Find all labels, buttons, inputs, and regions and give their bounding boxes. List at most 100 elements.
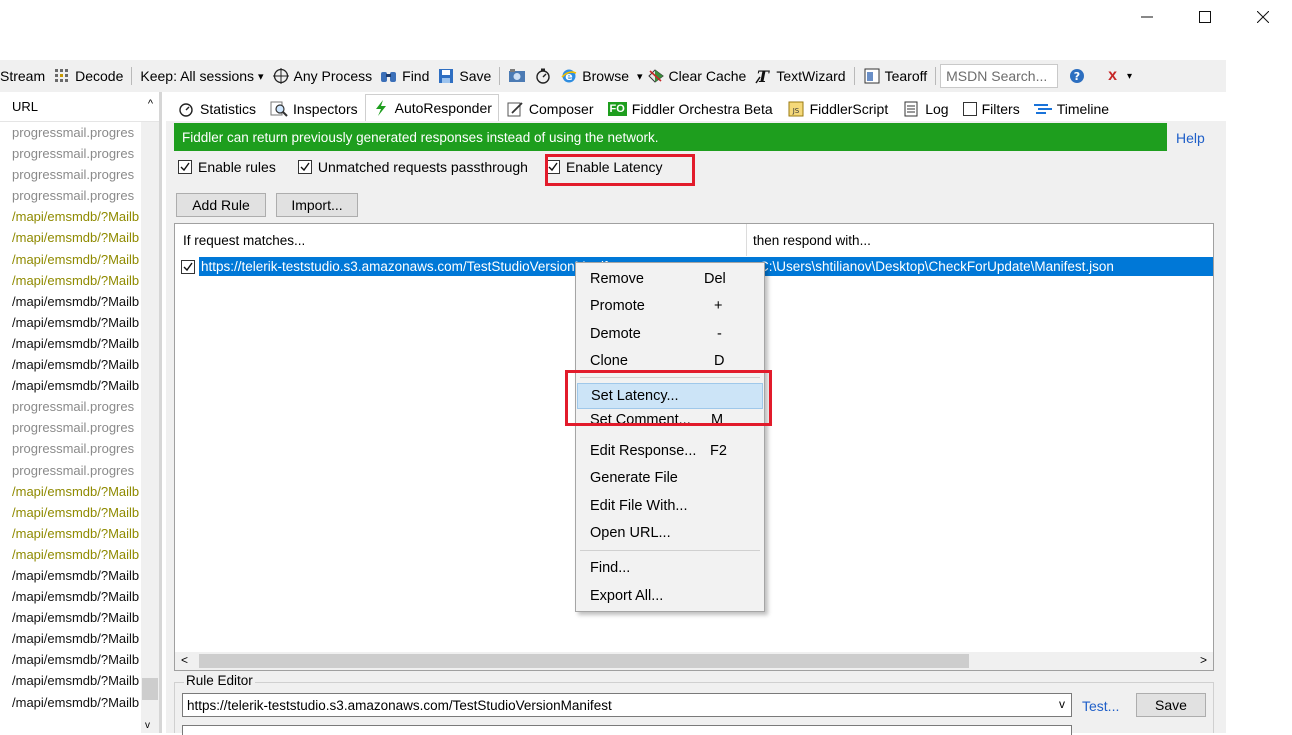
svg-text:T: T (757, 68, 770, 84)
help-link[interactable]: Help (1176, 130, 1205, 146)
menu-item-demote[interactable]: Demote - (577, 321, 763, 347)
textwizard-button[interactable]: T TextWizard (750, 63, 849, 89)
session-row[interactable]: progressmail.progres (0, 164, 159, 185)
minimize-button[interactable] (1118, 0, 1176, 34)
browse-dropdown[interactable]: ▾ (633, 63, 647, 89)
tearoff-button[interactable]: Tearoff (859, 63, 932, 89)
menu-item-find[interactable]: Find... (577, 555, 763, 581)
help-toolbar-button[interactable]: ? (1064, 63, 1090, 89)
tab-log[interactable]: Log (895, 96, 955, 121)
clear-cache-icon (647, 67, 665, 85)
decode-button[interactable]: Decode (49, 63, 127, 89)
save-rule-button[interactable]: Save (1136, 693, 1206, 717)
close-toolbar-button[interactable]: x (1104, 63, 1121, 89)
session-row[interactable]: /mapi/emsmdb/?Mailb (0, 692, 159, 713)
enable-latency-checkbox[interactable]: Enable Latency (545, 159, 662, 175)
unmatched-passthrough-checkbox[interactable]: Unmatched requests passthrough (297, 159, 528, 175)
maximize-button[interactable] (1176, 0, 1234, 34)
menu-item-open-url[interactable]: Open URL... (577, 520, 763, 546)
msdn-search-input[interactable]: MSDN Search... (940, 64, 1059, 88)
session-row[interactable]: /mapi/emsmdb/?Mailb (0, 586, 159, 607)
session-row[interactable]: progressmail.progres (0, 417, 159, 438)
menu-item-generate-file[interactable]: Generate File (577, 465, 763, 491)
scroll-right-icon[interactable]: > (1200, 653, 1207, 667)
scrollbar-thumb[interactable] (199, 654, 969, 668)
match-column-header[interactable]: If request matches... (183, 233, 305, 248)
session-row[interactable]: progressmail.progres (0, 143, 159, 164)
session-row[interactable]: /mapi/emsmdb/?Mailb (0, 270, 159, 291)
scroll-left-icon[interactable]: < (181, 653, 188, 667)
session-row[interactable]: /mapi/emsmdb/?Mailb (0, 206, 159, 227)
tab-filters[interactable]: Filters (956, 96, 1027, 121)
sessions-scrollbar[interactable]: v (141, 122, 159, 733)
session-row[interactable]: /mapi/emsmdb/?Mailb (0, 375, 159, 396)
tab-composer[interactable]: Composer (499, 96, 601, 121)
import-button[interactable]: Import... (276, 193, 358, 217)
session-row[interactable]: progressmail.progres (0, 460, 159, 481)
clear-cache-button[interactable]: Clear Cache (647, 63, 751, 89)
save-toolbar-button[interactable]: Save (433, 63, 495, 89)
respond-column-header[interactable]: then respond with... (753, 233, 871, 248)
test-link[interactable]: Test... (1082, 698, 1119, 714)
enable-rules-checkbox[interactable]: Enable rules (178, 159, 276, 175)
tab-fiddlerscript[interactable]: JS FiddlerScript (780, 96, 896, 121)
rules-horizontal-scrollbar[interactable]: < > (175, 652, 1213, 670)
find-button[interactable]: Find (376, 63, 433, 89)
tab-timeline[interactable]: Timeline (1027, 96, 1116, 121)
toolbar-overflow-button[interactable]: ▾ (1123, 63, 1136, 89)
tab-autoresponder[interactable]: AutoResponder (364, 94, 499, 121)
timer-button[interactable] (530, 63, 556, 89)
session-row[interactable]: /mapi/emsmdb/?Mailb (0, 565, 159, 586)
add-rule-button[interactable]: Add Rule (176, 193, 266, 217)
any-process-label: Any Process (293, 68, 373, 84)
browse-button[interactable]: e Browse (556, 63, 633, 89)
chevron-down-icon[interactable]: v (1059, 697, 1065, 711)
session-row[interactable]: /mapi/emsmdb/?Mailb (0, 312, 159, 333)
tab-fiddler-orchestra[interactable]: FO Fiddler Orchestra Beta (601, 96, 780, 121)
session-row[interactable]: /mapi/emsmdb/?Mailb (0, 523, 159, 544)
menu-item-edit-file-with[interactable]: Edit File With... (577, 493, 763, 519)
session-row[interactable]: progressmail.progres (0, 122, 159, 143)
tab-inspectors[interactable]: Inspectors (263, 96, 365, 121)
rule-match-input[interactable]: https://telerik-teststudio.s3.amazonaws.… (182, 693, 1072, 717)
scroll-up-icon[interactable]: ^ (148, 98, 153, 110)
column-divider[interactable] (746, 224, 747, 256)
menu-label: Demote (590, 326, 641, 342)
any-process-button[interactable]: Any Process (268, 63, 377, 89)
session-row[interactable]: /mapi/emsmdb/?Mailb (0, 670, 159, 691)
rule-response-input[interactable] (182, 725, 1072, 735)
menu-item-export-all[interactable]: Export All... (577, 583, 763, 609)
session-row[interactable]: progressmail.progres (0, 438, 159, 459)
session-row[interactable]: /mapi/emsmdb/?Mailb (0, 333, 159, 354)
session-row[interactable]: /mapi/emsmdb/?Mailb (0, 227, 159, 248)
menu-item-clone[interactable]: Clone D (577, 348, 763, 374)
session-row[interactable]: progressmail.progres (0, 185, 159, 206)
tab-statistics[interactable]: Statistics (170, 96, 263, 121)
session-row[interactable]: /mapi/emsmdb/?Mailb (0, 481, 159, 502)
screenshot-button[interactable] (504, 63, 530, 89)
menu-shortcut: F2 (710, 443, 727, 459)
scroll-down-icon[interactable]: v (145, 720, 150, 731)
keep-sessions-dropdown[interactable]: Keep: All sessions ▾ (136, 63, 267, 89)
menu-item-edit-response[interactable]: Edit Response... F2 (577, 438, 763, 464)
session-row[interactable]: /mapi/emsmdb/?Mailb (0, 291, 159, 312)
close-window-button[interactable] (1234, 0, 1292, 34)
session-row[interactable]: /mapi/emsmdb/?Mailb (0, 544, 159, 565)
session-row[interactable]: /mapi/emsmdb/?Mailb (0, 249, 159, 270)
session-row[interactable]: progressmail.progres (0, 396, 159, 417)
menu-item-set-latency[interactable]: Set Latency... (577, 383, 763, 409)
decode-label: Decode (75, 68, 124, 84)
menu-item-promote[interactable]: Promote + (577, 293, 763, 319)
menu-item-remove[interactable]: Remove Del (577, 266, 763, 292)
menu-shortcut: Del (704, 271, 726, 287)
session-row[interactable]: /mapi/emsmdb/?Mailb (0, 649, 159, 670)
rule-checkbox[interactable] (181, 259, 195, 274)
session-row[interactable]: /mapi/emsmdb/?Mailb (0, 607, 159, 628)
stream-button[interactable]: Stream (0, 63, 49, 89)
session-row[interactable]: /mapi/emsmdb/?Mailb (0, 502, 159, 523)
scrollbar-thumb[interactable] (142, 678, 158, 700)
session-row[interactable]: /mapi/emsmdb/?Mailb (0, 628, 159, 649)
url-column-header[interactable]: URL ^ (0, 92, 159, 122)
session-row[interactable]: /mapi/emsmdb/?Mailb (0, 354, 159, 375)
menu-item-set-comment[interactable]: Set Comment... M (577, 410, 763, 426)
